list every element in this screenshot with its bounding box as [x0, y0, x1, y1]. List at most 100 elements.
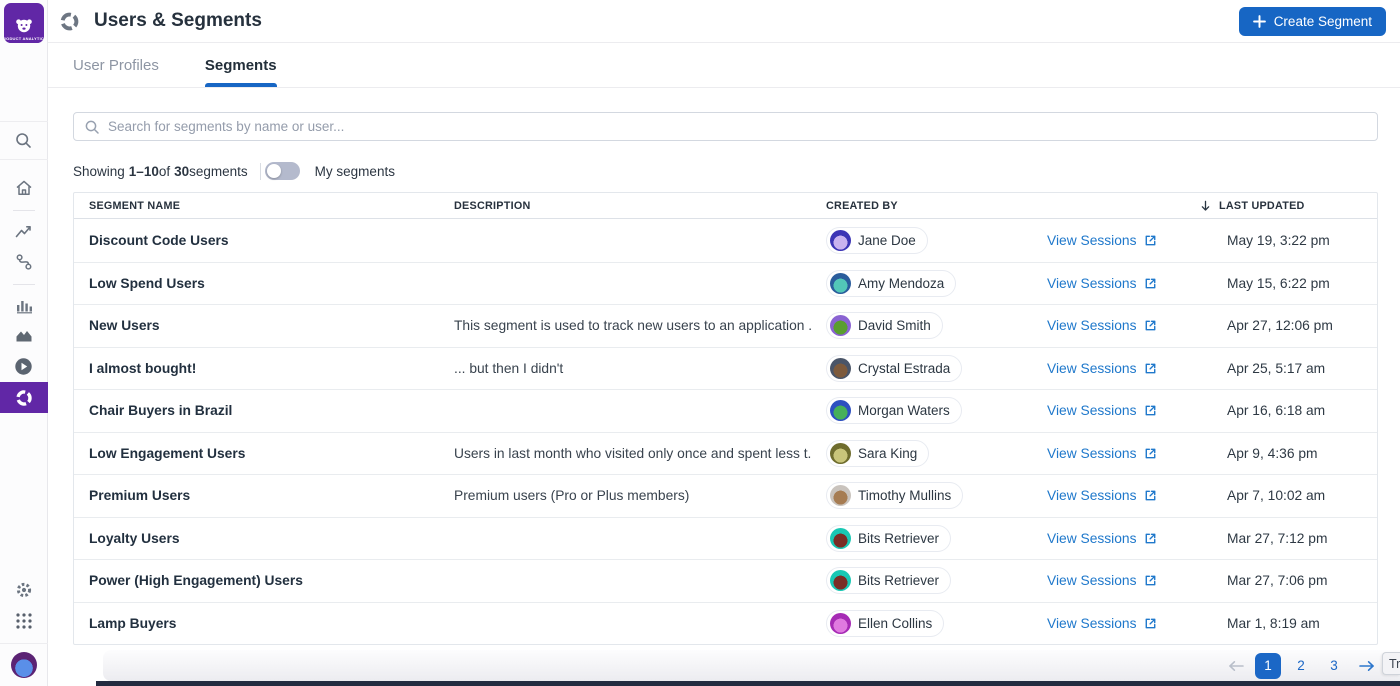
segment-name[interactable]: Loyalty Users [74, 531, 439, 546]
segment-name[interactable]: Chair Buyers in Brazil [74, 403, 439, 418]
external-link-icon [1143, 488, 1158, 503]
vertical-divider [260, 163, 261, 180]
table-header: SEGMENT NAME DESCRIPTION CREATED BY LAST… [74, 193, 1377, 219]
creator-avatar [830, 400, 851, 421]
view-sessions-link[interactable]: View Sessions [1047, 361, 1158, 376]
apps-grid-icon[interactable] [0, 610, 48, 632]
user-journey-icon[interactable] [0, 251, 48, 273]
page-header: Users & Segments Create Segment [48, 0, 1400, 43]
creator-chip: David Smith [826, 312, 943, 339]
last-updated-value: May 19, 3:22 pm [1192, 233, 1377, 248]
page-title: Users & Segments [94, 10, 262, 32]
view-sessions-label: View Sessions [1047, 403, 1136, 418]
view-sessions-link[interactable]: View Sessions [1047, 616, 1158, 631]
sidebar-divider [13, 284, 35, 285]
creator-avatar [830, 443, 851, 464]
pagination: 1 2 3 [1224, 653, 1378, 679]
external-link-icon [1143, 616, 1158, 631]
search-input[interactable] [108, 119, 1367, 134]
segment-name[interactable]: New Users [74, 318, 439, 333]
table-row: New Users This segment is used to track … [74, 304, 1377, 347]
line-chart-icon[interactable] [0, 221, 48, 243]
last-updated-value: Apr 7, 10:02 am [1192, 488, 1377, 503]
showing-word: Showing [73, 164, 125, 179]
page-button-1[interactable]: 1 [1255, 653, 1281, 679]
external-link-icon [1143, 276, 1158, 291]
logo-label: PRODUCT ANALYTICS [4, 36, 44, 44]
tab-segments[interactable]: Segments [205, 43, 277, 87]
last-updated-value: Mar 27, 7:06 pm [1192, 573, 1377, 588]
view-sessions-link[interactable]: View Sessions [1047, 531, 1158, 546]
segment-name[interactable]: I almost bought! [74, 361, 439, 376]
external-link-icon [1143, 573, 1158, 588]
create-segment-label: Create Segment [1274, 14, 1372, 29]
my-segments-toggle[interactable] [265, 162, 300, 180]
col-last-updated[interactable]: LAST UPDATED [1192, 199, 1377, 213]
creator-chip: Morgan Waters [826, 397, 962, 424]
tab-label: Segments [205, 57, 277, 74]
page-button-3[interactable]: 3 [1321, 653, 1347, 679]
active-tab-underline [205, 83, 277, 87]
col-created-by[interactable]: CREATED BY [811, 200, 1017, 212]
last-updated-value: Apr 9, 4:36 pm [1192, 446, 1377, 461]
external-link-icon [1143, 361, 1158, 376]
creator-name: Morgan Waters [858, 403, 950, 418]
sidebar-divider [0, 643, 48, 644]
app-window: PRODUCT ANALYTICS [0, 0, 1400, 686]
segments-word: segments [189, 164, 248, 179]
view-sessions-link[interactable]: View Sessions [1047, 488, 1158, 503]
col-segment-name[interactable]: SEGMENT NAME [74, 200, 439, 212]
view-sessions-link[interactable]: View Sessions [1047, 446, 1158, 461]
view-sessions-link[interactable]: View Sessions [1047, 318, 1158, 333]
view-sessions-link[interactable]: View Sessions [1047, 233, 1158, 248]
view-sessions-label: View Sessions [1047, 361, 1136, 376]
session-replay-icon[interactable] [0, 355, 48, 377]
segment-name[interactable]: Premium Users [74, 488, 439, 503]
creator-chip: Sara King [826, 440, 929, 467]
plus-icon [1253, 15, 1266, 28]
creator-avatar [830, 485, 851, 506]
cutoff-element[interactable]: Tr [1382, 652, 1400, 675]
user-avatar[interactable] [11, 652, 37, 678]
home-icon[interactable] [0, 177, 48, 199]
creator-chip: Ellen Collins [826, 610, 944, 637]
search-icon[interactable] [0, 130, 48, 152]
settings-gear-icon[interactable] [0, 579, 48, 601]
segment-description: Users in last month who visited only onc… [439, 446, 811, 461]
main-area: Users & Segments Create Segment User Pro… [48, 0, 1400, 686]
col-description[interactable]: DESCRIPTION [439, 200, 811, 212]
table-body: Discount Code Users Jane Doe View Sessio… [74, 219, 1377, 644]
area-chart-icon[interactable] [0, 325, 48, 347]
creator-avatar [830, 613, 851, 634]
prev-page-arrow[interactable] [1224, 654, 1248, 678]
table-row: Chair Buyers in Brazil Morgan Waters Vie… [74, 389, 1377, 432]
sort-desc-icon [1199, 199, 1212, 213]
next-page-arrow[interactable] [1354, 654, 1378, 678]
view-sessions-link[interactable]: View Sessions [1047, 276, 1158, 291]
view-sessions-label: View Sessions [1047, 318, 1136, 333]
segments-icon-active[interactable] [0, 382, 48, 413]
last-updated-value: Mar 1, 8:19 am [1192, 616, 1377, 631]
creator-chip: Bits Retriever [826, 525, 951, 552]
external-link-icon [1143, 233, 1158, 248]
page-button-2[interactable]: 2 [1288, 653, 1314, 679]
tab-user-profiles[interactable]: User Profiles [73, 43, 159, 87]
sidebar-search-slot [0, 121, 48, 160]
segment-name[interactable]: Lamp Buyers [74, 616, 439, 631]
segment-name[interactable]: Discount Code Users [74, 233, 439, 248]
tab-label: User Profiles [73, 57, 159, 74]
create-segment-button[interactable]: Create Segment [1239, 7, 1386, 36]
segment-name[interactable]: Low Spend Users [74, 276, 439, 291]
segments-header-icon [58, 10, 81, 33]
bar-chart-icon[interactable] [0, 295, 48, 317]
segment-name[interactable]: Low Engagement Users [74, 446, 439, 461]
view-sessions-link[interactable]: View Sessions [1047, 403, 1158, 418]
content: Showing 1–10 of 30 segments My segments … [48, 88, 1400, 645]
view-sessions-label: View Sessions [1047, 446, 1136, 461]
view-sessions-link[interactable]: View Sessions [1047, 573, 1158, 588]
segment-description: Premium users (Pro or Plus members) [439, 488, 811, 503]
product-analytics-logo[interactable]: PRODUCT ANALYTICS [4, 3, 44, 43]
creator-chip: Crystal Estrada [826, 355, 962, 382]
segment-name[interactable]: Power (High Engagement) Users [74, 573, 439, 588]
search-icon [84, 119, 100, 135]
